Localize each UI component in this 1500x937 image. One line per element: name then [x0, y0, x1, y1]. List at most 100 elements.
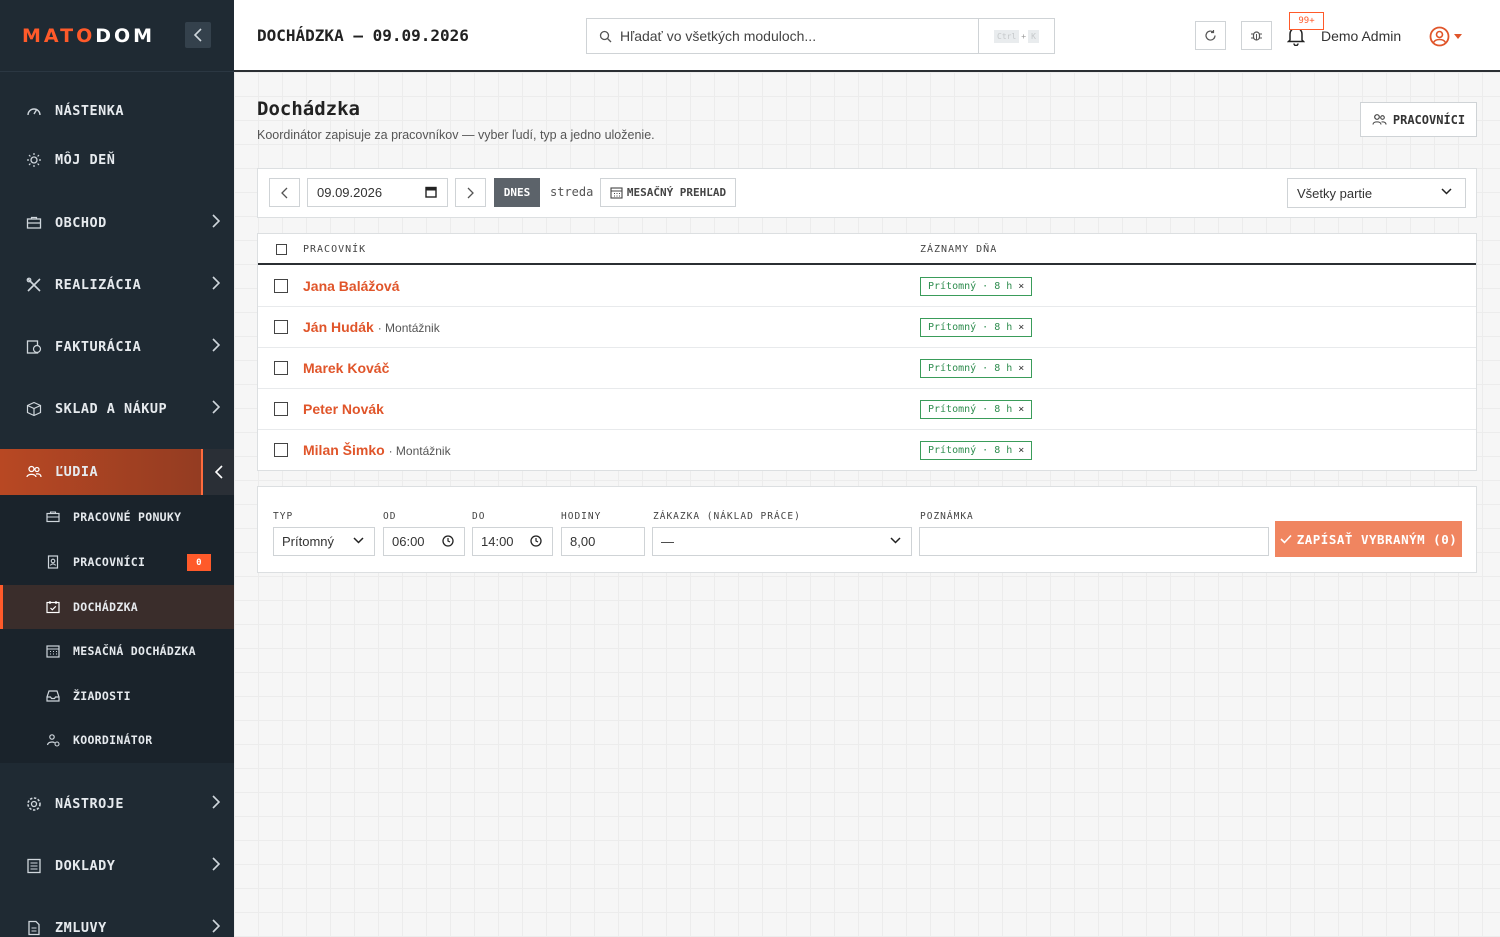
remove-record-icon[interactable]: × — [1018, 404, 1024, 415]
table-row: Milan Šimko · Montážnik Prítomný · 8 h × — [258, 430, 1476, 471]
chevron-right-icon — [212, 276, 220, 290]
remove-record-icon[interactable]: × — [1018, 322, 1024, 333]
caret-down-icon — [1454, 34, 1462, 39]
sidebar-item-obchod[interactable]: OBCHOD — [0, 198, 234, 248]
calendar-check-icon — [46, 600, 60, 614]
weekday-label: streda — [550, 185, 594, 199]
chevron-right-icon — [212, 214, 220, 228]
people-icon — [26, 464, 42, 480]
sidebar-ludia-collapse[interactable] — [201, 449, 234, 495]
document-icon — [26, 920, 42, 936]
from-label: OD — [383, 511, 397, 522]
remove-record-icon[interactable]: × — [1018, 363, 1024, 374]
workers-count-badge: 0 — [187, 554, 211, 571]
party-select[interactable]: Všetky partie — [1287, 178, 1466, 208]
attendance-chip[interactable]: Prítomný · 8 h × — [920, 359, 1033, 378]
row-checkbox[interactable] — [274, 361, 288, 375]
calendar-icon[interactable] — [425, 186, 437, 198]
col-records: ZÁZNAMY DŇA — [920, 244, 998, 255]
sidebar-item-fakturacia[interactable]: FAKTURÁCIA — [0, 322, 234, 372]
attendance-chip[interactable]: Prítomný · 8 h × — [920, 400, 1033, 419]
order-label: ZÁKAZKA (NÁKLAD PRÁCE) — [653, 511, 801, 522]
chevron-left-icon — [193, 28, 202, 42]
sidebar-subitem-pracovnici[interactable]: PRACOVNÍCI 0 — [0, 540, 234, 584]
date-input[interactable]: 09.09.2026 — [307, 178, 448, 207]
sidebar-subitem-pracovne-ponuky[interactable]: PRACOVNÉ PONUKY — [0, 495, 234, 539]
type-label: TYP — [273, 511, 294, 522]
hours-input[interactable]: 8,00 — [561, 527, 645, 556]
attendance-table: PRACOVNÍK ZÁZNAMY DŇA Jana Balážová Prít… — [257, 233, 1477, 471]
workers-button[interactable]: PRACOVNÍCI — [1360, 102, 1477, 137]
briefcase-icon — [26, 215, 42, 231]
notifications-badge: 99+ — [1289, 12, 1324, 30]
sidebar-subgroup-ludia: PRACOVNÉ PONUKY PRACOVNÍCI 0 DOCHÁDZKA M… — [0, 495, 234, 763]
next-day-button[interactable] — [455, 178, 486, 207]
to-time-input[interactable]: 14:00 — [472, 527, 553, 556]
global-search[interactable]: Ctrl + K — [586, 18, 1055, 54]
note-label: POZNÁMKA — [920, 511, 974, 522]
sidebar-item-ludia[interactable]: ĽUDIA — [0, 449, 234, 495]
today-button[interactable]: DNES — [494, 178, 540, 207]
topbar-title: DOCHÁDZKA — 09.09.2026 — [257, 26, 469, 45]
row-checkbox[interactable] — [274, 320, 288, 334]
logo[interactable]: MATODOM — [22, 25, 155, 47]
attendance-chip[interactable]: Prítomný · 8 h × — [920, 441, 1033, 460]
inbox-icon — [46, 689, 60, 703]
sidebar: MATODOM NÁSTENKA MÔJ DEŇ OBCHOD REALIZÁC… — [0, 0, 234, 937]
monthly-overview-button[interactable]: MESAČNÝ PREHĽAD — [600, 178, 736, 207]
sidebar-item-nastroje[interactable]: NÁSTROJE — [0, 779, 234, 829]
submit-selected-button[interactable]: ZAPÍSAŤ VYBRANÝM (0) — [1275, 521, 1462, 557]
sidebar-subitem-dochadzka[interactable]: DOCHÁDZKA — [0, 585, 234, 629]
page-subtitle: Koordinátor zapisuje za pracovníkov — vy… — [257, 128, 655, 142]
chevron-right-icon — [212, 857, 220, 871]
order-select[interactable]: — — [652, 527, 912, 556]
chevron-right-icon — [212, 919, 220, 933]
search-input[interactable] — [620, 28, 960, 44]
attendance-chip[interactable]: Prítomný · 8 h × — [920, 318, 1033, 337]
topbar: DOCHÁDZKA — 09.09.2026 Ctrl + K 99+ Demo… — [234, 0, 1500, 72]
from-time-input[interactable]: 06:00 — [383, 527, 465, 556]
sidebar-item-moj-den[interactable]: MÔJ DEŇ — [0, 135, 234, 185]
gauge-icon — [26, 103, 42, 119]
select-all-checkbox[interactable] — [276, 244, 287, 255]
chevron-right-icon — [212, 338, 220, 352]
sidebar-subitem-koordinator[interactable]: KOORDINÁTOR — [0, 718, 234, 762]
box-icon — [26, 401, 42, 417]
row-checkbox[interactable] — [274, 279, 288, 293]
bulk-entry-form: TYP Prítomný OD 06:00 DO 14:00 HODINY 8,… — [257, 486, 1477, 573]
attendance-chip[interactable]: Prítomný · 8 h × — [920, 277, 1033, 296]
worker-name[interactable]: Ján Hudák · Montážnik — [303, 319, 440, 335]
chevron-right-icon — [212, 795, 220, 809]
worker-name[interactable]: Peter Novák — [303, 401, 384, 417]
hours-label: HODINY — [561, 511, 602, 522]
user-menu[interactable] — [1429, 26, 1462, 47]
prev-day-button[interactable] — [269, 178, 300, 207]
debug-button[interactable] — [1241, 21, 1272, 50]
worker-name[interactable]: Jana Balážová — [303, 278, 400, 294]
chevron-left-icon — [214, 465, 223, 479]
sidebar-item-zmluvy[interactable]: ZMLUVY — [0, 903, 234, 937]
sun-icon — [26, 152, 42, 168]
sidebar-subitem-ziadosti[interactable]: ŽIADOSTI — [0, 674, 234, 718]
row-checkbox[interactable] — [274, 402, 288, 416]
remove-record-icon[interactable]: × — [1018, 281, 1024, 292]
type-select[interactable]: Prítomný — [273, 527, 375, 556]
sidebar-subitem-mesacna-dochadzka[interactable]: MESAČNÁ DOCHÁDZKA — [0, 629, 234, 673]
sidebar-item-realizacia[interactable]: REALIZÁCIA — [0, 260, 234, 310]
chevron-down-icon — [890, 537, 901, 544]
sidebar-item-doklady[interactable]: DOKLADY — [0, 841, 234, 891]
worker-name[interactable]: Milan Šimko · Montážnik — [303, 442, 451, 458]
worker-name[interactable]: Marek Kováč — [303, 360, 389, 376]
sidebar-item-sklad[interactable]: SKLAD A NÁKUP — [0, 384, 234, 434]
refresh-button[interactable] — [1195, 21, 1226, 50]
search-icon — [599, 30, 612, 43]
sidebar-item-nastenka[interactable]: NÁSTENKA — [0, 86, 234, 136]
page-title: Dochádzka — [257, 98, 360, 120]
sidebar-collapse-button[interactable] — [185, 22, 211, 48]
note-input[interactable] — [919, 527, 1269, 556]
table-header: PRACOVNÍK ZÁZNAMY DŇA — [258, 234, 1476, 265]
remove-record-icon[interactable]: × — [1018, 445, 1024, 456]
user-name[interactable]: Demo Admin — [1321, 28, 1401, 44]
coordinator-icon — [46, 733, 60, 747]
row-checkbox[interactable] — [274, 443, 288, 457]
